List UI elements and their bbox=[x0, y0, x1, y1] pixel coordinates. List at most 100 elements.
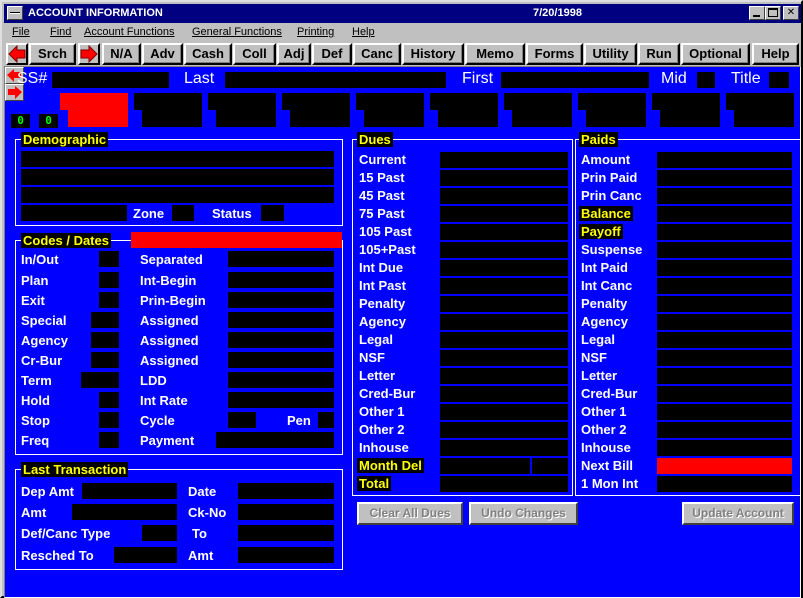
paids-field-next-bill[interactable] bbox=[657, 458, 792, 474]
right-arrow-icon[interactable] bbox=[78, 43, 100, 65]
code-field-plan[interactable] bbox=[99, 272, 119, 288]
clear-all-dues-button[interactable]: Clear All Dues bbox=[357, 502, 463, 525]
code-field-term[interactable] bbox=[81, 372, 119, 388]
transaction-field-resched-to[interactable] bbox=[114, 547, 177, 563]
left-arrow-icon[interactable] bbox=[6, 43, 28, 65]
record-tab-8[interactable] bbox=[578, 93, 646, 110]
forms-button[interactable]: Forms bbox=[526, 43, 583, 65]
dues-field-105-past[interactable] bbox=[440, 242, 568, 258]
record-tab-1-lower[interactable] bbox=[68, 110, 128, 127]
code-field-freq[interactable] bbox=[99, 432, 119, 448]
cash-button[interactable]: Cash bbox=[184, 43, 232, 65]
cycle-field[interactable] bbox=[228, 412, 256, 428]
record-tab-7[interactable] bbox=[504, 93, 572, 110]
code-field-cr-bur[interactable] bbox=[91, 352, 119, 368]
int-rate-ext-field[interactable] bbox=[318, 392, 334, 408]
def-button[interactable]: Def bbox=[312, 43, 352, 65]
transaction-field-amt-r3[interactable] bbox=[238, 547, 334, 563]
date-field-2[interactable] bbox=[228, 292, 334, 308]
paids-field-agency[interactable] bbox=[657, 314, 792, 330]
record-tab-10-lower[interactable] bbox=[734, 110, 794, 127]
dues-field-other-2[interactable] bbox=[440, 422, 568, 438]
close-icon[interactable]: ✕ bbox=[783, 6, 799, 20]
record-tab-3[interactable] bbox=[208, 93, 276, 110]
run-button[interactable]: Run bbox=[638, 43, 680, 65]
zone-field[interactable] bbox=[172, 205, 194, 221]
paids-field-cred-bur[interactable] bbox=[657, 386, 792, 402]
dues-field-current[interactable] bbox=[440, 152, 568, 168]
code-field-special[interactable] bbox=[91, 312, 119, 328]
paids-field-suspense[interactable] bbox=[657, 242, 792, 258]
record-tab-1[interactable] bbox=[60, 93, 128, 110]
menu-account-functions[interactable]: Account Functions bbox=[84, 26, 175, 38]
date-field-3[interactable] bbox=[228, 312, 334, 328]
record-tab-2-lower[interactable] bbox=[142, 110, 202, 127]
payment-field[interactable] bbox=[216, 432, 334, 448]
middle-initial-field[interactable] bbox=[697, 72, 715, 88]
dues-field-int-due[interactable] bbox=[440, 260, 568, 276]
system-menu-icon[interactable] bbox=[7, 6, 23, 20]
menu-help[interactable]: Help bbox=[352, 26, 375, 38]
record-tab-9[interactable] bbox=[652, 93, 720, 110]
date-field-4[interactable] bbox=[228, 332, 334, 348]
transaction-field-def-canc-type[interactable] bbox=[142, 525, 177, 541]
paids-field-other-1[interactable] bbox=[657, 404, 792, 420]
record-tab-5-lower[interactable] bbox=[364, 110, 424, 127]
last-name-field[interactable] bbox=[225, 72, 446, 88]
address-line-1[interactable] bbox=[21, 151, 334, 167]
dues-field-month-del-a[interactable] bbox=[440, 458, 530, 474]
record-tab-8-lower[interactable] bbox=[586, 110, 646, 127]
status-field[interactable] bbox=[261, 205, 284, 221]
date-field-0[interactable] bbox=[228, 251, 334, 267]
paids-field-nsf[interactable] bbox=[657, 350, 792, 366]
menu-general-functions[interactable]: General Functions bbox=[192, 26, 282, 38]
record-tab-4[interactable] bbox=[282, 93, 350, 110]
dues-field-inhouse[interactable] bbox=[440, 440, 568, 456]
record-tab-4-lower[interactable] bbox=[290, 110, 350, 127]
codes-alert-field[interactable] bbox=[131, 232, 342, 248]
dues-field-45-past[interactable] bbox=[440, 188, 568, 204]
record-tab-6-lower[interactable] bbox=[438, 110, 498, 127]
code-field-exit[interactable] bbox=[99, 292, 119, 308]
address-line-4[interactable] bbox=[21, 205, 127, 221]
date-field-6[interactable] bbox=[228, 372, 334, 388]
paids-field-payoff[interactable] bbox=[657, 224, 792, 240]
utility-button[interactable]: Utility bbox=[584, 43, 637, 65]
title-field[interactable] bbox=[769, 72, 789, 88]
n-a-button[interactable]: N/A bbox=[102, 43, 141, 65]
record-tab-6[interactable] bbox=[430, 93, 498, 110]
help-button[interactable]: Help bbox=[752, 43, 799, 65]
minimize-icon[interactable] bbox=[749, 6, 765, 20]
paids-field-1-mon-int[interactable] bbox=[657, 476, 792, 492]
dues-field-penalty[interactable] bbox=[440, 296, 568, 312]
dues-field-cred-bur[interactable] bbox=[440, 386, 568, 402]
record-tab-7-lower[interactable] bbox=[512, 110, 572, 127]
dues-field-other-1[interactable] bbox=[440, 404, 568, 420]
address-line-2[interactable] bbox=[21, 169, 334, 185]
record-tab-3-lower[interactable] bbox=[216, 110, 276, 127]
paids-field-letter[interactable] bbox=[657, 368, 792, 384]
transaction-field-ck-no-r1[interactable] bbox=[238, 504, 334, 520]
menu-printing[interactable]: Printing bbox=[297, 26, 334, 38]
memo-button[interactable]: Memo bbox=[465, 43, 525, 65]
history-button[interactable]: History bbox=[402, 43, 464, 65]
dues-field-month-del-b[interactable] bbox=[532, 458, 568, 474]
update-account-button[interactable]: Update Account bbox=[682, 502, 794, 525]
dues-field-15-past[interactable] bbox=[440, 170, 568, 186]
record-tab-5[interactable] bbox=[356, 93, 424, 110]
dues-field-75-past[interactable] bbox=[440, 206, 568, 222]
dues-field-agency[interactable] bbox=[440, 314, 568, 330]
dues-field-105-past[interactable] bbox=[440, 224, 568, 240]
adj-button[interactable]: Adj bbox=[277, 43, 311, 65]
transaction-field-to-r2[interactable] bbox=[238, 525, 334, 541]
srch-button[interactable]: Srch bbox=[29, 43, 76, 65]
code-field-in-out[interactable] bbox=[99, 251, 119, 267]
dues-field-total[interactable] bbox=[440, 476, 568, 492]
paids-field-balance[interactable] bbox=[657, 206, 792, 222]
first-name-field[interactable] bbox=[501, 72, 649, 88]
record-tab-9-lower[interactable] bbox=[660, 110, 720, 127]
paids-field-inhouse[interactable] bbox=[657, 440, 792, 456]
pen-field[interactable] bbox=[318, 412, 334, 428]
address-line-3[interactable] bbox=[21, 187, 334, 203]
code-field-hold[interactable] bbox=[99, 392, 119, 408]
